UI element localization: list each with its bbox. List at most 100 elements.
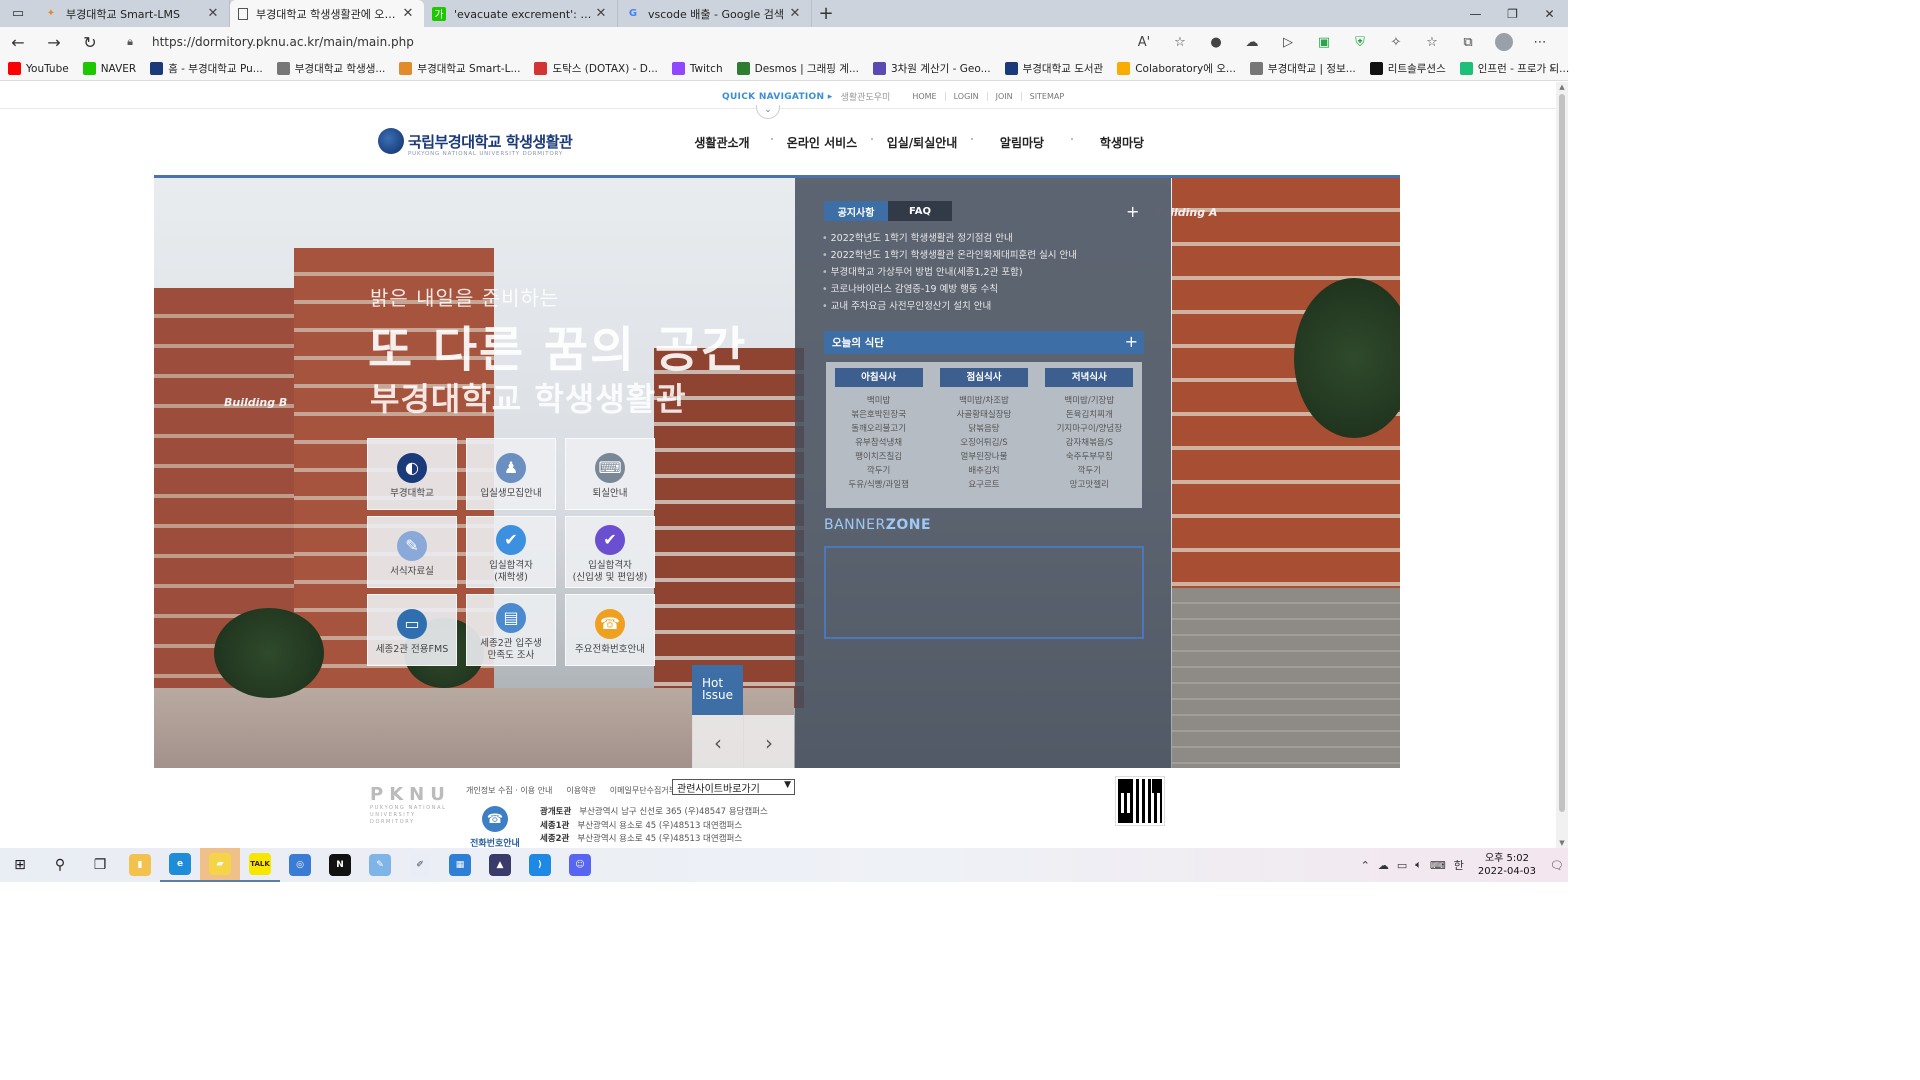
site-logo[interactable]: 국립부경대학교 학생생활관 PUKYONG NATIONAL UNIVERSIT… (378, 128, 573, 157)
more-menu-icon[interactable]: ⋯ (1522, 27, 1558, 57)
collections-icon[interactable]: ⧉ (1450, 27, 1486, 57)
bookmark-item[interactable]: Colaboratory에 오... (1117, 61, 1236, 76)
volume-icon[interactable]: 🔈︎ (1415, 858, 1422, 872)
keyboard-layout-icon[interactable]: ⌨ (1430, 859, 1446, 872)
hot-issue-label[interactable]: Hot Issue (692, 665, 743, 715)
show-hidden-icons-icon[interactable]: ⌃ (1361, 859, 1370, 872)
tab-actions-icon[interactable]: ▭ (0, 0, 36, 27)
cloud-icon[interactable]: ☁ (1378, 859, 1389, 872)
taskbar-app[interactable]: ▮ (120, 848, 160, 882)
dormitory-helper-link[interactable]: 생활관도우미 (841, 90, 891, 103)
quick-link-tile[interactable]: ◐ 부경대학교 (367, 438, 457, 510)
taskbar-app[interactable]: ▦ (440, 848, 480, 882)
extension-icon[interactable]: ● (1198, 27, 1234, 57)
menu-item-about[interactable]: 생활관소개 (672, 134, 772, 151)
sitemap-link[interactable]: SITEMAP (1020, 92, 1073, 101)
tab-faq[interactable]: FAQ (888, 201, 952, 221)
notice-item[interactable]: 2022학년도 1학기 학생생활관 온라인화재대피훈련 실시 안내 (822, 247, 1122, 264)
close-tab-icon[interactable]: ✕ (205, 6, 221, 21)
quick-link-tile[interactable]: ☎ 주요전화번호안내 (565, 594, 655, 666)
taskbar-app[interactable]: ✎ (360, 848, 400, 882)
lock-icon[interactable]: 🔒︎ (118, 35, 142, 49)
family-site-select[interactable]: 관련사이트바로가기 ▼ (672, 779, 795, 795)
phone-guide[interactable]: ☎ 전화번호안내 (466, 806, 524, 848)
scroll-up-icon[interactable]: ▲ (1556, 83, 1568, 91)
shield-icon[interactable]: ⛨ (1342, 27, 1378, 57)
bookmark-item[interactable]: 3차원 계산기 - Geo... (872, 61, 991, 76)
clock[interactable]: 오후 5:02 2022-04-03 (1478, 852, 1536, 878)
browser-tab[interactable]: G vscode 배출 - Google 검색 ✕ (618, 0, 812, 27)
more-bookmarks-icon[interactable]: › (1549, 61, 1554, 76)
quick-navigation-link[interactable]: QUICK NAVIGATION ▸ (722, 92, 833, 102)
bookmark-item[interactable]: 도탁스 (DOTAX) - D... (534, 61, 658, 76)
taskbar-app[interactable]: ◎ (280, 848, 320, 882)
login-link[interactable]: LOGIN (944, 92, 987, 101)
bookmark-item[interactable]: Desmos | 그래핑 계... (736, 61, 859, 76)
bookmark-item[interactable]: 부경대학교 학생생... (276, 61, 385, 76)
chevron-left-icon[interactable]: ‹ (692, 715, 743, 768)
menu-item-move-in-out[interactable]: 입실/퇴실안내 (871, 134, 972, 151)
quick-link-tile[interactable]: ♟ 입실생모집안내 (466, 438, 556, 510)
extension-icon[interactable]: ▷ (1270, 27, 1306, 57)
scrollbar-thumb[interactable] (1559, 94, 1565, 812)
chevron-down-icon[interactable]: ⌄ (756, 105, 780, 119)
taskbar-app[interactable]: TALK (240, 848, 280, 882)
home-link[interactable]: HOME (904, 92, 944, 101)
quick-link-tile[interactable]: ⌨ 퇴실안내 (565, 438, 655, 510)
quick-link-tile[interactable]: ✎ 서식자료실 (367, 516, 457, 588)
browser-tab[interactable]: ✦ 부경대학교 Smart-LMS ✕ (36, 0, 230, 27)
profile-avatar[interactable] (1495, 33, 1513, 51)
restore-icon[interactable]: ❐ (1494, 0, 1531, 27)
menu-item-notice[interactable]: 알림마당 (971, 134, 1072, 151)
scroll-down-icon[interactable]: ▼ (1556, 839, 1568, 847)
join-link[interactable]: JOIN (986, 92, 1021, 101)
page-scrollbar[interactable]: ▲ ▼ (1556, 82, 1568, 848)
bookmark-item[interactable]: NAVER (82, 62, 136, 75)
forward-button[interactable]: → (36, 27, 72, 57)
extension-icon[interactable]: ▣ (1306, 27, 1342, 57)
notice-item[interactable]: 교내 주차요금 사전무인정산기 설치 안내 (822, 298, 1122, 315)
taskbar-app[interactable]: ▰ (200, 848, 240, 882)
privacy-link[interactable]: 개인정보 수집 · 이용 안내 (466, 785, 552, 796)
bookmark-item[interactable]: 홈 - 부경대학교 Pu... (150, 61, 263, 76)
notice-item[interactable]: 코로나바이러스 감염증-19 예방 행동 수칙 (822, 281, 1122, 298)
extension-icon[interactable]: ☁ (1234, 27, 1270, 57)
email-policy-link[interactable]: 이메일무단수집거부 (610, 785, 676, 796)
taskbar-app[interactable]: ☺ (560, 848, 600, 882)
task-view-icon[interactable]: ❐ (80, 848, 120, 882)
search-icon[interactable]: ⚲ (40, 848, 80, 882)
close-tab-icon[interactable]: ✕ (787, 6, 803, 21)
menu-item-online-service[interactable]: 온라인 서비스 (771, 134, 872, 151)
bookmark-item[interactable]: 부경대학교 도서관 (1004, 61, 1103, 76)
taskbar-app[interactable]: e (160, 848, 200, 882)
quick-link-tile[interactable]: ▤ 세종2관 입주생 만족도 조사 (466, 594, 556, 666)
add-favorite-icon[interactable]: ☆ (1162, 27, 1198, 57)
browser-tab-active[interactable]: 부경대학교 학생생활관에 오신 것을 ✕ (230, 0, 424, 27)
refresh-button[interactable]: ↻ (72, 27, 108, 57)
taskbar-app[interactable]: ⟩ (520, 848, 560, 882)
tab-notice[interactable]: 공지사항 (824, 201, 888, 221)
bookmark-item[interactable]: 부경대학교 | 정보... (1249, 61, 1356, 76)
menu-item-student[interactable]: 학생마당 (1071, 134, 1172, 151)
favorites-icon[interactable]: ☆ (1414, 27, 1450, 57)
taskbar-app[interactable]: ▲ (480, 848, 520, 882)
bookmark-item[interactable]: 리트솔루션스 (1369, 61, 1446, 76)
bookmark-item[interactable]: Twitch (671, 62, 723, 75)
read-aloud-icon[interactable]: A' (1126, 27, 1162, 57)
notice-item[interactable]: 부경대학교 가상투어 방법 안내(세종1,2관 포함) (822, 264, 1122, 281)
terms-link[interactable]: 이용약관 (566, 785, 595, 796)
quick-link-tile[interactable]: ▭ 세종2관 전용FMS (367, 594, 457, 666)
bookmark-item[interactable]: YouTube (8, 62, 69, 75)
url-field[interactable]: 🔒︎ https://dormitory.pknu.ac.kr/main/mai… (118, 30, 1198, 54)
taskbar-app[interactable]: ✐ (400, 848, 440, 882)
taskbar-app[interactable]: N (320, 848, 360, 882)
close-tab-icon[interactable]: ✕ (400, 6, 416, 21)
minimize-icon[interactable]: — (1457, 0, 1494, 27)
windows-start-icon[interactable]: ⊞ (0, 848, 40, 882)
banner-zone[interactable] (824, 546, 1144, 639)
network-icon[interactable]: ▭ (1397, 859, 1407, 872)
new-tab-button[interactable]: + (812, 0, 840, 27)
bookmark-item[interactable]: 부경대학교 Smart-L... (399, 61, 520, 76)
quick-link-tile[interactable]: ✔ 입실합격자 (재학생) (466, 516, 556, 588)
meal-more-icon[interactable]: + (1125, 332, 1138, 351)
